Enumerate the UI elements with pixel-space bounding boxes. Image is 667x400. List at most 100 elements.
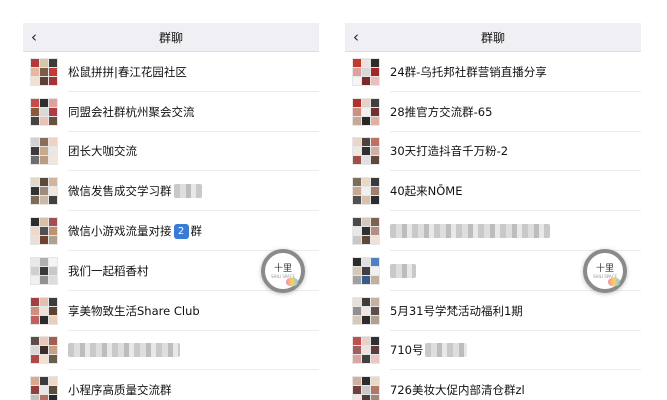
avatar-tile — [353, 196, 361, 205]
avatar-tile — [31, 395, 39, 400]
group-name-text: 40起来NŌME — [390, 184, 463, 199]
avatar-tile — [353, 98, 361, 107]
avatar-tile — [362, 386, 370, 395]
avatar-tile — [49, 236, 57, 245]
page-title: 群聊 — [158, 31, 183, 45]
group-avatar — [352, 256, 380, 285]
list-item[interactable]: 团长大咖交流 — [23, 132, 319, 172]
list-item[interactable]: 24群-乌托邦社群营销直播分享 — [345, 52, 641, 92]
group-avatar — [30, 137, 58, 166]
group-avatar — [30, 376, 58, 400]
group-name-text: 团长大咖交流 — [68, 144, 137, 159]
group-avatar — [352, 296, 380, 325]
avatar-tile — [371, 306, 379, 315]
keycap-number-icon: 2 — [173, 223, 189, 239]
avatar-tile — [353, 315, 361, 324]
avatar-tile — [371, 377, 379, 386]
redacted-text — [68, 343, 180, 358]
avatar-tile — [31, 178, 39, 187]
group-name-text: 24群-乌托邦社群营销直播分享 — [390, 64, 547, 79]
avatar-tile — [40, 377, 48, 386]
avatar-tile — [49, 386, 57, 395]
avatar-tile — [40, 138, 48, 147]
avatar-tile — [371, 98, 379, 107]
list-item[interactable] — [23, 331, 319, 371]
avatar-tile — [40, 107, 48, 116]
avatar-tile — [40, 315, 48, 324]
group-name-text: 726美妆大促内部清仓群zl — [390, 383, 525, 398]
avatar-tile — [49, 138, 57, 147]
avatar-tile — [31, 355, 39, 364]
avatar-tile — [353, 306, 361, 315]
avatar-tile — [49, 346, 57, 355]
list-item[interactable]: 同盟会社群杭州聚会交流 — [23, 92, 319, 132]
avatar-tile — [362, 147, 370, 156]
avatar-tile — [371, 346, 379, 355]
group-avatar — [30, 336, 58, 365]
avatar-tile — [49, 337, 57, 346]
avatar-tile — [31, 58, 39, 67]
avatar-tile — [362, 266, 370, 275]
avatar-tile — [362, 297, 370, 306]
list-item[interactable] — [345, 211, 641, 251]
avatar-tile — [353, 386, 361, 395]
avatar-tile — [49, 297, 57, 306]
list-item[interactable]: 松鼠拼拼|春江花园社区 — [23, 52, 319, 92]
list-item[interactable]: 小程序高质量交流群 — [23, 370, 319, 400]
avatar-tile — [371, 355, 379, 364]
list-item[interactable]: 30天打造抖音千万粉-2 — [345, 132, 641, 172]
list-item[interactable]: 微信发售成交学习群 — [23, 171, 319, 211]
avatar-tile — [353, 337, 361, 346]
avatar-tile — [49, 395, 57, 400]
avatar-tile — [31, 147, 39, 156]
group-chat-list: 松鼠拼拼|春江花园社区 同盟会社群杭州聚会交流团长大咖交流微信发售成交学习群 微信小… — [23, 52, 319, 400]
floating-logo-badge[interactable]: 十里 SHILI SPACE — [583, 249, 627, 293]
stage: ‹ 群聊 松鼠拼拼|春江花园社区 同盟会社群杭州聚会交流 团长大咖交流 微信发售成交学… — [0, 0, 667, 400]
avatar-tile — [31, 346, 39, 355]
group-avatar — [30, 256, 58, 285]
avatar-tile — [353, 107, 361, 116]
redacted-text — [173, 184, 202, 199]
avatar-tile — [40, 67, 48, 76]
redacted-text — [390, 263, 416, 278]
list-item[interactable]: 726美妆大促内部清仓群zl — [345, 370, 641, 400]
list-item[interactable]: 享美物致生活Share Club — [23, 291, 319, 331]
avatar-tile — [362, 58, 370, 67]
paint-splash-icon — [286, 278, 298, 286]
avatar-tile — [353, 138, 361, 147]
avatar-tile — [40, 218, 48, 227]
list-item[interactable]: 微信小游戏流量对接 2 群 — [23, 211, 319, 251]
avatar-tile — [371, 297, 379, 306]
avatar-tile — [49, 107, 57, 116]
avatar-tile — [40, 196, 48, 205]
floating-logo-badge[interactable]: 十里 SHILI SPACE — [261, 249, 305, 293]
avatar-tile — [31, 76, 39, 85]
group-name-text: 5月31号学梵活动福利1期 — [390, 303, 523, 318]
list-item[interactable]: 5月31号学梵活动福利1期 — [345, 291, 641, 331]
list-item[interactable]: 40起来NŌME — [345, 171, 641, 211]
avatar-tile — [362, 377, 370, 386]
avatar-tile — [362, 76, 370, 85]
group-name — [390, 263, 416, 278]
list-item[interactable]: 710号 — [345, 331, 641, 371]
list-item[interactable]: 28推官方交流群-65 — [345, 92, 641, 132]
avatar-tile — [49, 275, 57, 284]
avatar-tile — [40, 76, 48, 85]
avatar-tile — [31, 196, 39, 205]
avatar-tile — [40, 337, 48, 346]
avatar-tile — [49, 266, 57, 275]
avatar-tile — [49, 76, 57, 85]
group-name-text: 28推官方交流群-65 — [390, 104, 493, 119]
avatar-tile — [31, 266, 39, 275]
avatar-tile — [362, 355, 370, 364]
avatar-tile — [31, 98, 39, 107]
group-name: 710号 — [390, 342, 468, 358]
avatar-tile — [362, 116, 370, 125]
avatar-tile — [40, 306, 48, 315]
avatar-tile — [362, 315, 370, 324]
avatar-tile — [49, 147, 57, 156]
avatar-tile — [353, 355, 361, 364]
group-name: 24群-乌托邦社群营销直播分享 — [390, 64, 547, 80]
group-avatar — [30, 296, 58, 325]
group-name — [68, 343, 180, 358]
